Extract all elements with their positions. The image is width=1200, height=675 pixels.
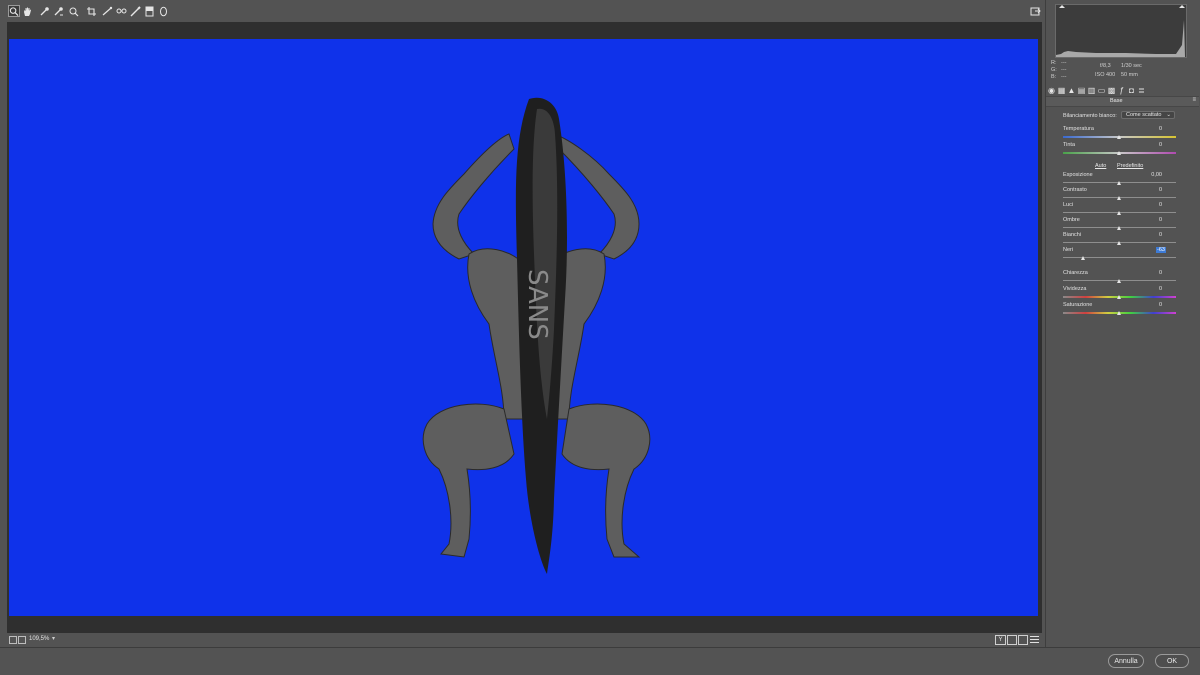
slider-label: Bianchi: [1063, 232, 1082, 238]
effects-tab-icon[interactable]: ƒ: [1117, 86, 1126, 95]
camera-calibration-tab-icon[interactable]: ◘: [1127, 86, 1136, 95]
white-balance-icon[interactable]: [38, 5, 50, 17]
figure-image: SANS: [422, 97, 651, 575]
slider-value[interactable]: 0: [1132, 142, 1162, 148]
cancel-button[interactable]: Annulla: [1108, 654, 1144, 668]
slider-value[interactable]: 0: [1132, 126, 1162, 132]
section-title: Base: [1110, 98, 1123, 104]
slider-thumb[interactable]: [1081, 256, 1085, 260]
divider: [0, 647, 1200, 648]
slider-value[interactable]: 0: [1132, 302, 1162, 308]
slider-value[interactable]: 0,00: [1132, 172, 1162, 178]
slider-label: Vividezza: [1063, 286, 1087, 292]
cancel-button-label: Annulla: [1114, 657, 1138, 665]
color-sampler-icon[interactable]: [52, 5, 64, 17]
detail-tab-icon[interactable]: ▲: [1067, 86, 1076, 95]
basic-tab-icon[interactable]: ◉: [1047, 86, 1056, 95]
slider-thumb[interactable]: [1117, 311, 1121, 315]
slider-value[interactable]: 0: [1132, 270, 1162, 276]
white-balance-value: Come scattato: [1126, 112, 1162, 118]
white-balance-label: Bilanciamento bianco:: [1063, 113, 1117, 119]
lens-tab-icon[interactable]: ▭: [1097, 86, 1106, 95]
swap-settings-icon[interactable]: [1018, 635, 1028, 645]
ok-button[interactable]: OK: [1155, 654, 1189, 668]
targeted-adjust-icon[interactable]: [67, 5, 79, 17]
slider-label: Esposizione: [1063, 172, 1093, 178]
info-panel: R: --- G: --- B: --- f/8,3 1/30 sec ISO …: [1051, 59, 1191, 81]
focal-length: 50 mm: [1121, 72, 1138, 78]
transform-tab-icon[interactable]: ▩: [1107, 86, 1116, 95]
slider-thumb[interactable]: [1117, 135, 1121, 139]
crop-icon[interactable]: [85, 5, 97, 17]
slider-label: Contrasto: [1063, 187, 1087, 193]
histogram: [1055, 4, 1187, 58]
fullscreen-icon[interactable]: [1029, 5, 1041, 17]
slider-label: Tinta: [1063, 142, 1076, 148]
spot-removal-icon[interactable]: [115, 5, 127, 17]
zoom-icon[interactable]: [8, 5, 20, 17]
zoom-level[interactable]: 109,5%: [29, 636, 49, 642]
slider-label: Luci: [1063, 202, 1074, 208]
presets-tab-icon[interactable]: ≣: [1137, 86, 1146, 95]
auto-link[interactable]: Auto: [1095, 163, 1106, 169]
aperture: f/8,3: [1100, 63, 1111, 69]
slider-label: Temperatura: [1063, 126, 1094, 132]
hsl-tab-icon[interactable]: ▤: [1077, 86, 1086, 95]
slider-value[interactable]: 0: [1132, 286, 1162, 292]
menu-icon[interactable]: [1030, 635, 1039, 643]
straighten-icon[interactable]: [101, 5, 113, 17]
default-link[interactable]: Predefinito: [1117, 163, 1143, 169]
slider-thumb[interactable]: [1117, 196, 1121, 200]
slider-value[interactable]: 0: [1132, 187, 1162, 193]
split-toning-tab-icon[interactable]: ▥: [1087, 86, 1096, 95]
slider-thumb[interactable]: [1117, 151, 1121, 155]
slider-label: Chiarezza: [1063, 270, 1088, 276]
image-canvas[interactable]: SANS: [9, 39, 1038, 616]
zoom-dropdown-icon[interactable]: ▾: [52, 635, 55, 642]
chevron-down-icon: ⌄: [1166, 112, 1171, 118]
slider-value[interactable]: -63: [1156, 247, 1166, 253]
slider-track[interactable]: [1063, 257, 1176, 258]
slider-label: Ombre: [1063, 217, 1080, 223]
slider-thumb[interactable]: [1117, 295, 1121, 299]
svg-text:SANS: SANS: [522, 269, 552, 340]
section-menu-icon[interactable]: ≡: [1192, 97, 1196, 103]
zoom-in-icon[interactable]: [18, 636, 26, 644]
r-label: R:: [1051, 60, 1057, 66]
white-balance-select[interactable]: Come scattato ⌄: [1121, 111, 1175, 119]
iso: ISO 400: [1095, 72, 1116, 78]
tone-curve-tab-icon[interactable]: ▦: [1057, 86, 1066, 95]
slider-thumb[interactable]: [1117, 279, 1121, 283]
status-bar: 109,5% ▾ Y: [0, 633, 1045, 647]
section-header: Base ≡: [1046, 96, 1199, 107]
slider-label: Neri: [1063, 247, 1074, 253]
slider-thumb[interactable]: [1117, 181, 1121, 185]
slider-thumb[interactable]: [1117, 226, 1121, 230]
graduated-filter-icon[interactable]: [143, 5, 155, 17]
ok-button-label: OK: [1166, 657, 1178, 665]
g-value: ---: [1061, 67, 1067, 73]
toolbar: [0, 0, 1045, 22]
slider-thumb[interactable]: [1117, 241, 1121, 245]
toggle-view-icon[interactable]: [1007, 635, 1017, 645]
slider-value[interactable]: 0: [1132, 202, 1162, 208]
red-eye-icon[interactable]: [129, 5, 141, 17]
before-after-icon[interactable]: Y: [995, 635, 1006, 645]
b-value: ---: [1061, 74, 1067, 80]
hand-icon[interactable]: [21, 5, 33, 17]
shutter-speed: 1/30 sec: [1121, 63, 1142, 69]
b-label: B:: [1051, 74, 1057, 80]
slider-value[interactable]: 0: [1132, 217, 1162, 223]
r-value: ---: [1061, 60, 1067, 66]
zoom-out-icon[interactable]: [9, 636, 17, 644]
slider-label: Saturazione: [1063, 302, 1093, 308]
radial-filter-icon[interactable]: [157, 5, 169, 17]
slider-thumb[interactable]: [1117, 211, 1121, 215]
g-label: G:: [1051, 67, 1057, 73]
slider-value[interactable]: 0: [1132, 232, 1162, 238]
